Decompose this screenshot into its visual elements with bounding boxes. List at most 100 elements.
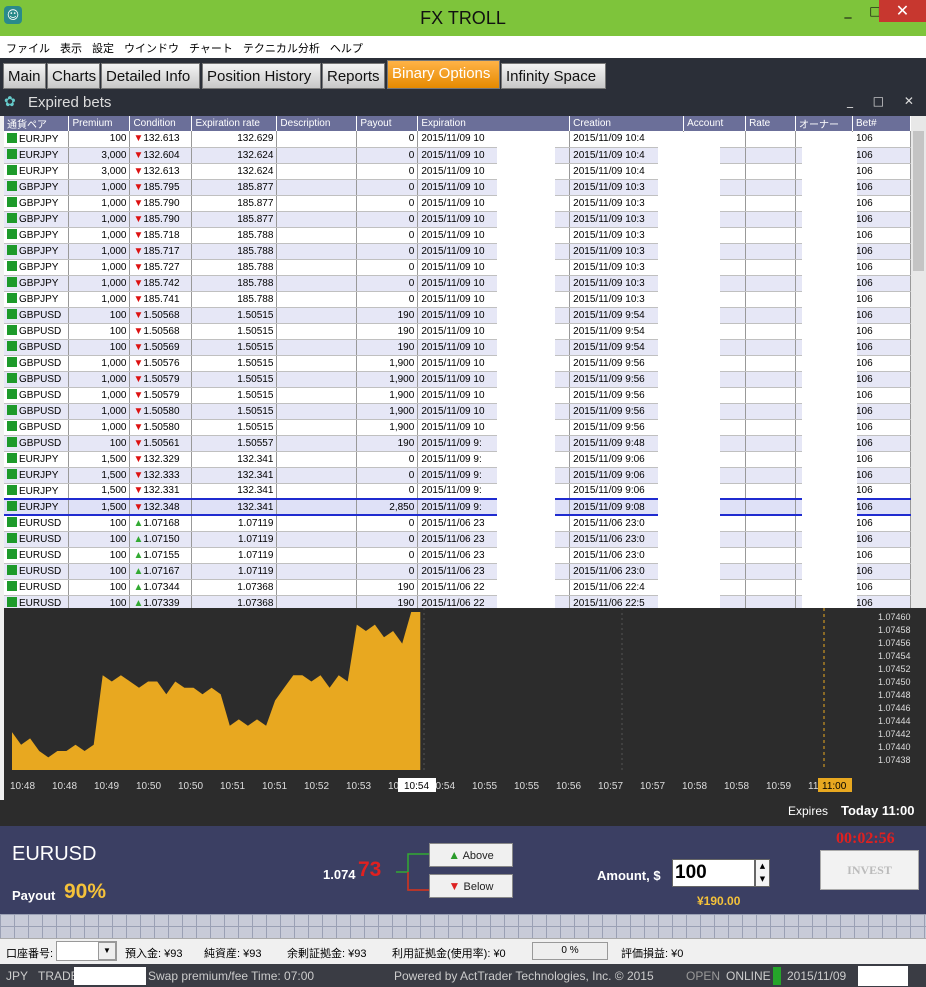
table-row[interactable]: GBPUSD 1,000 ▼1.50579 1.50515 1,900 2015/11/0… bbox=[4, 387, 911, 404]
tab-detailed-info[interactable]: Detailed Info bbox=[101, 63, 200, 89]
menu-help[interactable]: ヘルプ bbox=[324, 36, 367, 56]
table-row[interactable]: GBPUSD 100 ▼1.50569 1.50515 190 2015/11/09 10… bbox=[4, 339, 911, 356]
panel-window-controls[interactable]: _ □ ✕ bbox=[847, 94, 922, 108]
invest-button[interactable]: INVEST bbox=[820, 850, 919, 890]
table-row[interactable]: EURJPY 100 ▼132.613 132.629 0 2015/11/09 10 20… bbox=[4, 131, 911, 148]
table-row[interactable]: GBPJPY 1,000 ▼185.790 185.877 0 2015/11/09 10… bbox=[4, 195, 911, 212]
table-row[interactable]: GBPJPY 1,000 ▼185.742 185.788 0 2015/11/09 10… bbox=[4, 275, 911, 292]
col-header-bet-number[interactable]: Bet# bbox=[852, 116, 911, 131]
amount-input[interactable]: 100 bbox=[672, 859, 755, 887]
tab-position-history[interactable]: Position History bbox=[202, 63, 321, 89]
col-header-payout[interactable]: Payout bbox=[356, 116, 419, 131]
table-row[interactable]: GBPUSD 100 ▼1.50568 1.50515 190 2015/11/09 10… bbox=[4, 323, 911, 340]
cell-expiration-rate: 1.07119 bbox=[191, 547, 278, 564]
table-row[interactable]: GBPJPY 1,000 ▼185.727 185.788 0 2015/11/09 10… bbox=[4, 259, 911, 276]
tab-infinity-space[interactable]: Infinity Space bbox=[501, 63, 606, 89]
cell-condition: ▼1.50579 bbox=[129, 371, 193, 388]
cell-description bbox=[276, 243, 358, 260]
table-row[interactable]: GBPJPY 1,000 ▼185.741 185.788 0 2015/11/09 10… bbox=[4, 291, 911, 308]
symbol-label: EURUSD bbox=[12, 843, 97, 865]
col-header-expiration[interactable]: Expiration bbox=[417, 116, 571, 131]
cell-pair: EURJPY bbox=[4, 147, 70, 164]
cell-pair: EURJPY bbox=[4, 451, 70, 468]
table-row[interactable]: GBPJPY 1,000 ▼185.717 185.788 0 2015/11/09 10… bbox=[4, 243, 911, 260]
scrollbar-thumb[interactable] bbox=[913, 131, 924, 271]
chevron-down-icon[interactable]: ▼ bbox=[98, 942, 116, 960]
table-row[interactable]: GBPUSD 1,000 ▼1.50580 1.50515 1,900 2015/11/0… bbox=[4, 419, 911, 436]
cell-payout: 0 bbox=[356, 147, 419, 164]
tab-binary-options[interactable]: Binary Options bbox=[387, 60, 500, 89]
minimize-button[interactable]: _ bbox=[840, 0, 856, 22]
col-header-creation[interactable]: Creation bbox=[569, 116, 685, 131]
table-row[interactable]: EURUSD 100 ▲1.07167 1.07119 0 2015/11/06 23 20… bbox=[4, 563, 911, 580]
menu-chart[interactable]: チャート bbox=[183, 36, 237, 56]
col-header-description[interactable]: Description bbox=[276, 116, 358, 131]
table-row[interactable]: EURJPY 3,000 ▼132.613 132.624 0 2015/11/09 10… bbox=[4, 163, 911, 180]
down-arrow-icon: ▼ bbox=[133, 245, 144, 257]
spin-down-icon[interactable]: ▼ bbox=[756, 873, 769, 886]
down-arrow-icon: ▼ bbox=[133, 261, 144, 273]
col-header-pair[interactable]: 通貨ペア bbox=[4, 116, 70, 131]
menu-technical[interactable]: テクニカル分析 bbox=[237, 36, 324, 56]
table-row[interactable]: EURUSD 100 ▲1.07155 1.07119 0 2015/11/06 23 20… bbox=[4, 547, 911, 564]
menu-view[interactable]: 表示 bbox=[54, 36, 86, 56]
decorative-strip bbox=[0, 914, 926, 938]
table-row[interactable]: EURUSD 100 ▲1.07150 1.07119 0 2015/11/06 23 20… bbox=[4, 531, 911, 548]
col-header-premium[interactable]: Premium bbox=[68, 116, 131, 131]
table-row[interactable]: GBPJPY 1,000 ▼185.718 185.788 0 2015/11/09 10… bbox=[4, 227, 911, 244]
tab-reports[interactable]: Reports bbox=[322, 63, 385, 89]
amount-spinner[interactable]: ▲ ▼ bbox=[755, 859, 770, 887]
x-tick-label: 10:52 bbox=[304, 781, 329, 792]
x-tick-label: 10:55 bbox=[514, 781, 539, 792]
rate-pips: 73 bbox=[358, 858, 382, 881]
cell-rate bbox=[745, 307, 797, 324]
status-powered-by: Powered by ActTrader Technologies, Inc. … bbox=[394, 969, 654, 983]
table-row[interactable]: EURUSD 100 ▲1.07344 1.07368 190 2015/11/06 22… bbox=[4, 579, 911, 596]
currency-pair-icon bbox=[7, 213, 17, 223]
cell-premium: 100 bbox=[68, 307, 131, 324]
cell-condition: ▼185.727 bbox=[129, 259, 193, 276]
table-row[interactable]: EURJPY 1,500 ▼132.329 132.341 0 2015/11/09 9:… bbox=[4, 451, 911, 468]
table-row[interactable]: EURJPY 1,500 ▼132.348 132.341 2,850 2015/11/0… bbox=[4, 498, 911, 516]
cell-pair: EURJPY bbox=[4, 131, 70, 148]
table-row[interactable]: EURJPY 1,500 ▼132.333 132.341 0 2015/11/09 9:… bbox=[4, 467, 911, 484]
table-row[interactable]: GBPUSD 100 ▼1.50568 1.50515 190 2015/11/09 10… bbox=[4, 307, 911, 324]
spin-up-icon[interactable]: ▲ bbox=[756, 860, 769, 873]
cell-bet-number: 106 bbox=[852, 371, 911, 388]
table-row[interactable]: GBPJPY 1,000 ▼185.795 185.877 0 2015/11/09 10… bbox=[4, 179, 911, 196]
tab-main[interactable]: Main bbox=[3, 63, 46, 89]
cell-condition: ▲1.07339 bbox=[129, 595, 193, 608]
menu-settings[interactable]: 設定 bbox=[86, 36, 118, 56]
cell-bet-number: 106 bbox=[852, 467, 911, 484]
table-row[interactable]: EURUSD 100 ▲1.07339 1.07368 190 2015/11/06 22… bbox=[4, 595, 911, 608]
table-row[interactable]: GBPUSD 1,000 ▼1.50580 1.50515 1,900 2015/11/0… bbox=[4, 403, 911, 420]
cell-payout: 0 bbox=[356, 275, 419, 292]
table-row[interactable]: EURJPY 3,000 ▼132.604 132.624 0 2015/11/09 10… bbox=[4, 147, 911, 164]
up-arrow-icon: ▲ bbox=[133, 517, 144, 529]
menu-file[interactable]: ファイル bbox=[0, 36, 54, 56]
table-row[interactable]: GBPJPY 1,000 ▼185.790 185.877 0 2015/11/09 10… bbox=[4, 211, 911, 228]
table-row[interactable]: GBPUSD 100 ▼1.50561 1.50557 190 2015/11/09 9:… bbox=[4, 435, 911, 452]
cell-pair: GBPJPY bbox=[4, 259, 70, 276]
price-chart[interactable]: 1.07460 1.07458 1.07456 1.07454 1.07452 1.074… bbox=[4, 608, 926, 826]
close-button[interactable]: ✕ bbox=[879, 0, 926, 22]
down-arrow-icon: ▼ bbox=[133, 501, 144, 513]
table-row[interactable]: EURUSD 100 ▲1.07168 1.07119 0 2015/11/06 23 20… bbox=[4, 515, 911, 532]
col-header-expiration-rate[interactable]: Expiration rate bbox=[191, 116, 278, 131]
above-button[interactable]: ▲ Above bbox=[429, 843, 513, 867]
col-header-rate[interactable]: Rate bbox=[745, 116, 797, 131]
col-header-account[interactable]: Account bbox=[683, 116, 747, 131]
cell-pair: EURUSD bbox=[4, 595, 70, 608]
table-row[interactable]: EURJPY 1,500 ▼132.331 132.341 0 2015/11/09 9:… bbox=[4, 483, 911, 500]
table-row[interactable]: GBPUSD 1,000 ▼1.50576 1.50515 1,900 2015/11/0… bbox=[4, 355, 911, 372]
col-header-owner[interactable]: オーナー bbox=[795, 116, 853, 131]
table-row[interactable]: GBPUSD 1,000 ▼1.50579 1.50515 1,900 2015/11/0… bbox=[4, 371, 911, 388]
tab-charts[interactable]: Charts bbox=[47, 63, 100, 89]
redaction-mask bbox=[858, 966, 908, 986]
cell-payout: 0 bbox=[356, 195, 419, 212]
below-button[interactable]: ▼ Below bbox=[429, 874, 513, 898]
cell-expiration-rate: 1.50515 bbox=[191, 371, 278, 388]
cell-bet-number: 106 bbox=[852, 451, 911, 468]
menu-window[interactable]: ウインドウ bbox=[118, 36, 183, 56]
col-header-condition[interactable]: Condition bbox=[129, 116, 193, 131]
